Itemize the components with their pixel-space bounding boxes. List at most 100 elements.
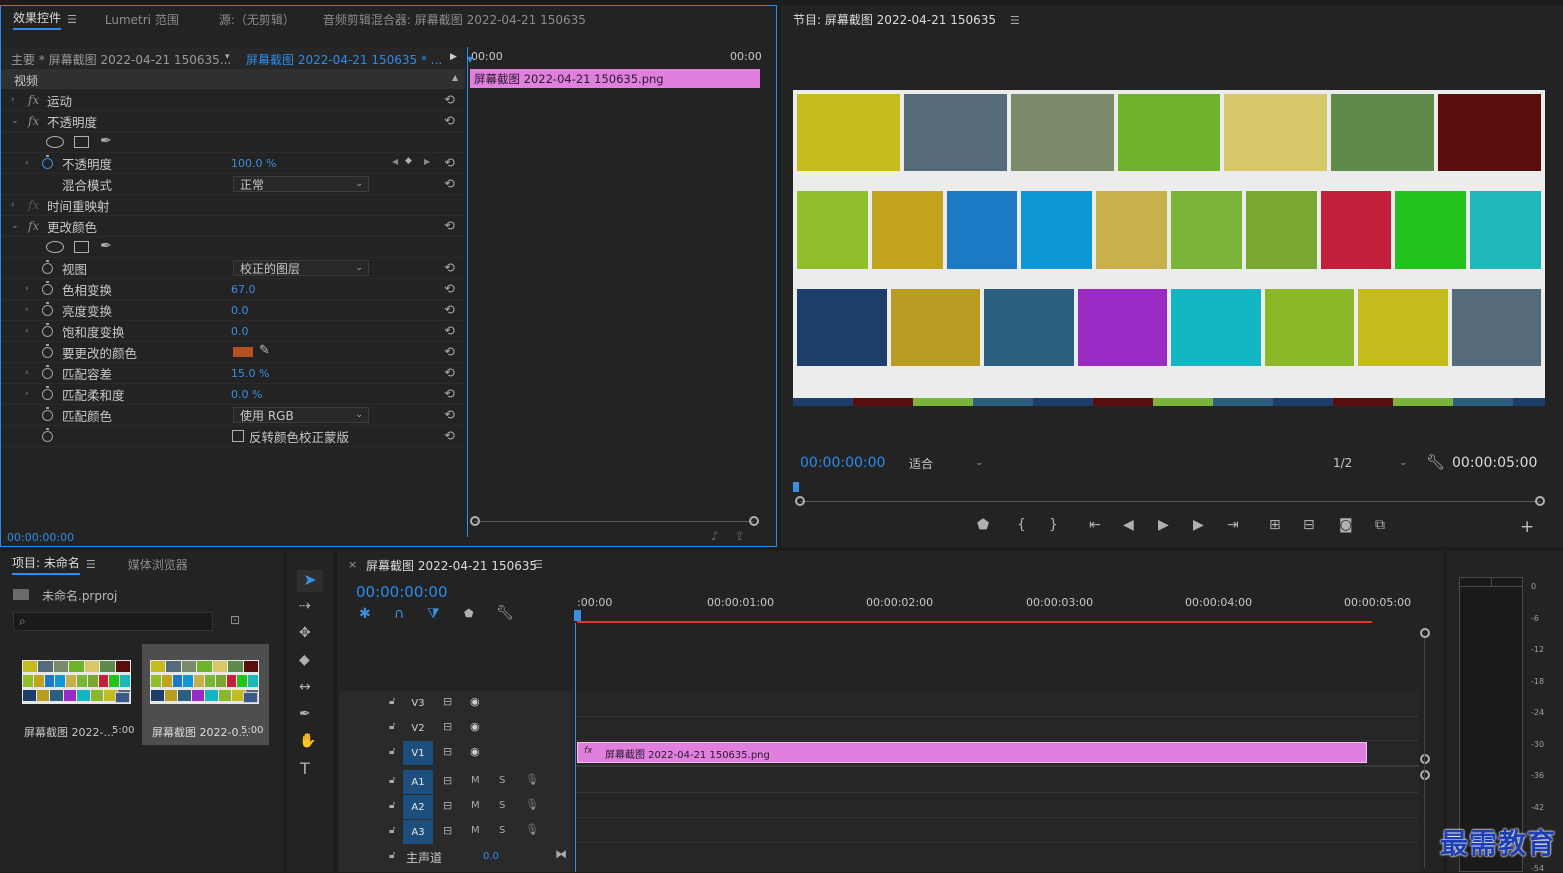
tab-project[interactable]: 项目: 未命名 ☰ xyxy=(0,551,106,577)
hue-transform-value[interactable]: 67.0 xyxy=(231,283,256,296)
project-item-1[interactable]: 屏幕截图 2022-... 5:00 xyxy=(14,644,138,745)
view-dropdown[interactable]: 校正的图层 ⌄ xyxy=(233,260,369,276)
scroll-handle-left[interactable] xyxy=(470,516,480,526)
effect-row-hue-transform[interactable]: › 色相变换 67.0 ⟲ xyxy=(1,279,465,300)
step-back-icon[interactable]: ◀︎ xyxy=(1123,517,1134,533)
button-editor-plus-icon[interactable]: + xyxy=(1520,517,1534,537)
eye-icon[interactable]: ◉ xyxy=(470,720,480,733)
chevron-right-icon[interactable]: › xyxy=(25,158,29,168)
stopwatch-icon[interactable] xyxy=(42,406,53,421)
reset-icon[interactable]: ⟲ xyxy=(444,387,455,402)
mute-button[interactable]: M xyxy=(471,775,480,786)
linked-selection-icon[interactable]: ⧩ xyxy=(427,606,440,622)
fx-icon[interactable]: fx xyxy=(28,93,39,107)
type-tool-icon[interactable]: T xyxy=(300,759,310,778)
lightness-transform-value[interactable]: 0.0 xyxy=(231,304,249,317)
fit-dropdown[interactable]: 适合 ⌄ xyxy=(903,454,988,472)
stopwatch-icon[interactable] xyxy=(42,301,53,316)
mute-button[interactable]: M xyxy=(471,800,480,811)
project-item-2[interactable]: 屏幕截图 2022-0... 5:00 xyxy=(142,644,269,745)
stopwatch-icon[interactable] xyxy=(42,385,53,400)
step-forward-icon[interactable]: ▶︎ xyxy=(1193,517,1204,533)
eyedropper-icon[interactable]: ✎ xyxy=(259,343,270,358)
rectangle-mask-icon[interactable] xyxy=(74,241,89,253)
mini-playhead-icon[interactable]: ▼ xyxy=(467,55,473,64)
reset-icon[interactable]: ⟲ xyxy=(444,114,455,129)
track-select-tool-icon[interactable]: ⇢ xyxy=(299,598,311,614)
chevron-right-icon[interactable]: › xyxy=(25,284,29,294)
stopwatch-icon[interactable] xyxy=(42,322,53,337)
export-frame-camera-icon[interactable]: ◙ xyxy=(1339,517,1353,533)
ellipse-mask-icon[interactable] xyxy=(46,241,64,253)
chevron-right-icon[interactable]: › xyxy=(11,200,15,210)
effect-row-time-remap[interactable]: › fx 时间重映射 xyxy=(1,195,465,216)
tab-effect-controls[interactable]: 效果控件 ☰ xyxy=(1,6,87,32)
export-icon[interactable]: ⇪ xyxy=(735,529,745,543)
chevron-down-icon[interactable]: ⌄ xyxy=(11,116,19,126)
tab-source[interactable]: 源:（无剪辑） xyxy=(209,6,305,32)
lock-icon[interactable]: 🔓︎ xyxy=(389,825,395,836)
chevron-down-icon[interactable]: ⌄ xyxy=(11,221,19,231)
reset-icon[interactable]: ⟲ xyxy=(444,177,455,192)
ellipse-mask-icon[interactable] xyxy=(46,136,64,148)
resolution-dropdown[interactable]: 1/2 ⌄ xyxy=(1327,454,1412,472)
collapse-up-icon[interactable]: ▲ xyxy=(452,73,458,82)
effect-row-lightness-transform[interactable]: › 亮度变换 0.0 ⟲ xyxy=(1,300,465,321)
match-tolerance-value[interactable]: 15.0 % xyxy=(231,367,269,380)
comparison-view-icon[interactable]: ⧉ xyxy=(1375,517,1385,533)
stopwatch-icon[interactable] xyxy=(42,364,53,379)
reset-icon[interactable]: ⟲ xyxy=(444,93,455,108)
mark-out-icon[interactable]: } xyxy=(1049,517,1058,533)
selection-tool-icon[interactable]: ➤ xyxy=(297,570,323,592)
microphone-icon[interactable]: 🎙︎ xyxy=(525,773,539,786)
rectangle-mask-icon[interactable] xyxy=(74,136,89,148)
sequence-tab-title[interactable]: 屏幕截图 2022-04-21 150635 xyxy=(366,557,537,574)
track-target-a2[interactable]: A2 xyxy=(403,795,433,819)
add-marker-icon[interactable]: ⬟ xyxy=(977,517,989,533)
track-target-v1[interactable]: V1 xyxy=(403,741,433,765)
pen-mask-icon[interactable]: ✒ xyxy=(100,133,112,149)
chevron-right-icon[interactable]: › xyxy=(25,368,29,378)
blend-mode-dropdown[interactable]: 正常 ⌄ xyxy=(233,176,369,192)
sync-lock-icon[interactable]: ⊟ xyxy=(443,720,452,733)
stopwatch-icon[interactable] xyxy=(42,154,53,169)
sync-lock-icon[interactable]: ⊟ xyxy=(443,824,452,837)
chevron-right-icon[interactable]: › xyxy=(11,95,15,105)
sync-lock-icon[interactable]: ⊟ xyxy=(443,695,452,708)
effect-controls-timecode[interactable]: 00:00:00:00 xyxy=(7,531,74,544)
chevron-right-icon[interactable]: › xyxy=(25,305,29,315)
opacity-value[interactable]: 100.0 % xyxy=(231,157,276,170)
saturation-transform-value[interactable]: 0.0 xyxy=(231,325,249,338)
mini-timeline-clip[interactable]: 屏幕截图 2022-04-21 150635.png xyxy=(470,69,760,88)
work-area-bar[interactable] xyxy=(577,621,1372,623)
track-target-a1[interactable]: A1 xyxy=(403,770,433,794)
add-marker-icon[interactable]: ⬟ xyxy=(464,607,474,620)
match-colors-dropdown[interactable]: 使用 RGB ⌄ xyxy=(233,407,369,423)
sync-lock-icon[interactable]: ⊟ xyxy=(443,774,452,787)
go-to-in-icon[interactable]: ⇤ xyxy=(1089,517,1101,533)
solo-button[interactable]: S xyxy=(499,825,505,836)
lock-icon[interactable]: 🔓︎ xyxy=(389,850,395,861)
track-area[interactable] xyxy=(576,691,1419,872)
chevron-right-icon[interactable]: › xyxy=(25,389,29,399)
close-tab-icon[interactable]: × xyxy=(348,558,357,571)
effect-row-match-tolerance[interactable]: › 匹配容差 15.0 % ⟲ xyxy=(1,363,465,384)
effect-row-match-softness[interactable]: › 匹配柔和度 0.0 % ⟲ xyxy=(1,384,465,405)
timeline-settings-wrench-icon[interactable]: 🔧︎ xyxy=(496,605,514,621)
reset-icon[interactable]: ⟲ xyxy=(444,345,455,360)
effect-row-opacity[interactable]: › 不透明度 100.0 % ◀ ◆ ▶ ⟲ xyxy=(1,153,465,174)
razor-tool-icon[interactable]: ◆ xyxy=(299,652,310,668)
panel-menu-icon[interactable]: ☰ xyxy=(1010,14,1020,27)
timeline-vscroll-handle[interactable] xyxy=(1420,628,1430,638)
stopwatch-icon[interactable] xyxy=(42,427,53,442)
timeline-ruler[interactable]: :00:00 00:00:01:00 00:00:02:00 00:00:03:… xyxy=(574,591,1420,623)
mini-timeline-scrollbar[interactable] xyxy=(474,521,754,527)
pen-tool-icon[interactable]: ✒ xyxy=(299,706,311,722)
project-search-input[interactable]: ⌕ xyxy=(13,612,213,631)
track-target-a3[interactable]: A3 xyxy=(403,820,433,844)
sync-lock-icon[interactable]: ⊟ xyxy=(443,799,452,812)
reset-icon[interactable]: ⟲ xyxy=(444,429,455,444)
play-only-arrow-icon[interactable]: ▶ xyxy=(450,52,457,62)
reset-icon[interactable]: ⟲ xyxy=(444,282,455,297)
insert-nest-icon[interactable]: ✱ xyxy=(359,606,371,622)
